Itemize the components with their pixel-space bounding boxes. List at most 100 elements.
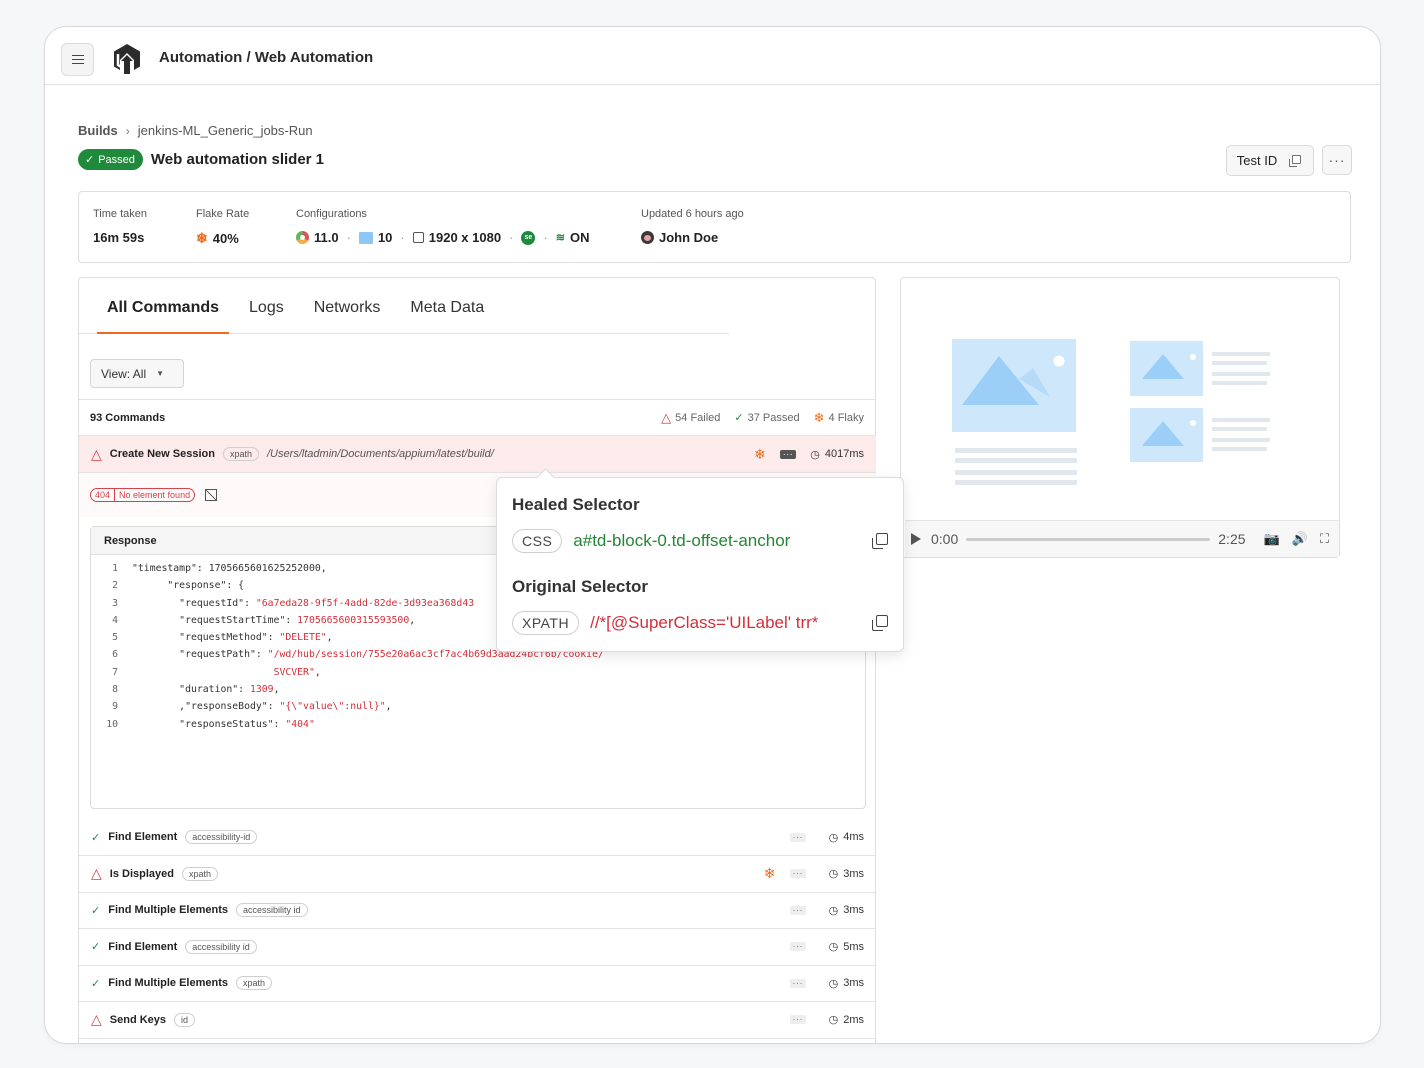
more-icon[interactable]: ··· [789, 1015, 806, 1024]
total-time: 2:25 [1218, 531, 1246, 547]
more-icon[interactable]: ··· [789, 869, 806, 878]
no-screenshot-icon[interactable] [205, 489, 218, 501]
warning-icon: △ [91, 445, 102, 462]
healed-selector-row: CSS a#td-block-0.td-offset-anchor [512, 529, 888, 553]
command-row[interactable]: △ Send Keys id ··· ◷ 2ms [79, 1002, 876, 1039]
view-filter-value: View: All [101, 366, 147, 381]
code-key: "responseStatus": [132, 718, 286, 730]
command-row[interactable]: ✓ Find Element accessibility id ··· ◷ 5ms [79, 929, 876, 966]
play-icon[interactable] [911, 533, 921, 545]
check-icon: ✓ [91, 904, 101, 917]
code-key: "requestPath": [132, 649, 268, 661]
selector-tag: xpath [236, 976, 273, 990]
duration-value: 4ms [843, 831, 864, 843]
more-options-button[interactable]: ··· [1322, 145, 1352, 175]
command-duration: ◷ 5ms [820, 940, 864, 954]
chrome-icon [296, 231, 309, 244]
test-id-button[interactable]: Test ID [1226, 145, 1314, 176]
command-row-expanded[interactable]: △ Create New Session xpath /Users/ltadmi… [79, 436, 876, 473]
duration-value: 3ms [843, 904, 864, 916]
command-name: Find Element [108, 940, 178, 953]
clock-icon: ◷ [810, 448, 820, 461]
configurations: Configurations 11.0 · 10 · 1920 x 1080 ·… [296, 208, 589, 245]
duration-value: 2ms [843, 1013, 864, 1026]
breadcrumb-current[interactable]: jenkins-ML_Generic_jobs-Run [138, 123, 313, 138]
check-icon: ✓ [91, 977, 101, 990]
check-icon: ✓ [91, 831, 101, 844]
page-title: Web automation slider 1 [150, 151, 325, 168]
copy-icon[interactable] [872, 615, 888, 631]
video-progress-bar[interactable] [966, 537, 1211, 541]
tab-networks[interactable]: Networks [304, 299, 391, 333]
code-key: "requestId": [132, 597, 256, 609]
line-number: 10 [106, 718, 118, 730]
flaky-filter[interactable]: ❄ 4 Flaky [814, 410, 864, 426]
tab-logs[interactable]: Logs [239, 299, 294, 333]
duration-value: 4017ms [824, 448, 864, 460]
tab-meta-data[interactable]: Meta Data [400, 299, 494, 333]
code-value: "{\"value\":null}" [279, 701, 386, 713]
code-key: "requestStartTime": [132, 614, 298, 626]
original-selector-type: XPATH [512, 611, 580, 635]
user-name[interactable]: John Doe [659, 230, 718, 245]
code-value: "/wd/hub/session/755e20a6ac3cf7ac4b69d3a… [267, 649, 604, 661]
selector-tag: accessibility-id [185, 830, 258, 844]
command-row[interactable]: ✓ Find Multiple Elements accessibility id ·… [79, 892, 876, 929]
code-key [132, 667, 274, 684]
tab-all-commands[interactable]: All Commands [97, 299, 230, 334]
clock-icon: ◷ [828, 977, 839, 990]
test-id-label: Test ID [1236, 153, 1278, 168]
commands-summary-bar: 93 Commands △ 54 Failed ✓ 37 Passed ❄ 4 … [79, 399, 876, 436]
fullscreen-icon[interactable]: ⛶ [1320, 531, 1329, 547]
original-selector-row: XPATH //*[@SuperClass='UILabel' trr* [512, 611, 888, 635]
volume-icon[interactable]: 🔊 [1292, 531, 1308, 547]
passed-filter[interactable]: ✓ 37 Passed [734, 411, 799, 425]
line-number: 4 [112, 614, 118, 626]
command-duration: ◷ 3ms [820, 867, 864, 881]
title-row: ✓ Passed Web automation slider 1 [78, 149, 324, 170]
error-message: No element found [119, 490, 191, 500]
os-version: 10 [377, 230, 393, 245]
line-number: 7 [112, 666, 118, 678]
failed-filter[interactable]: △ 54 Failed [661, 410, 720, 426]
duration-value: 3ms [843, 977, 864, 989]
command-duration: ◷ 3ms [820, 904, 864, 917]
healed-selector-title: Healed Selector [512, 495, 640, 514]
code-value: 1309 [249, 684, 274, 696]
more-icon[interactable]: ··· [789, 832, 806, 842]
command-duration: ◷ 3ms [820, 977, 864, 990]
line-number: 1 [112, 563, 118, 574]
updated: Updated 6 hours ago John Doe [641, 208, 744, 245]
code-key: "response": { [132, 580, 245, 592]
command-row[interactable]: ✓ Find Multiple Elements xpath ··· ◷ 3ms [79, 965, 876, 1002]
flake-rate-label: Flake Rate [196, 208, 250, 220]
selenium-icon: se [521, 230, 536, 245]
command-duration: ◷ 4017ms [810, 448, 864, 461]
hamburger-icon [71, 55, 84, 63]
flaky-snowflake-icon: ❄ [196, 230, 208, 246]
logo-icon [114, 44, 140, 74]
command-row[interactable]: ✓ Find Element accessibility-id ··· ◷ 4ms [79, 819, 876, 856]
code-suffix: , [314, 666, 321, 678]
error-badge: 404 No element found [90, 488, 196, 502]
copy-icon[interactable] [872, 533, 888, 549]
failed-count: 54 Failed [675, 411, 721, 424]
original-selector-title: Original Selector [512, 577, 649, 596]
command-row[interactable]: △ Is Displayed xpath ❄ ··· ◷ 3ms [79, 856, 876, 893]
flaky-snowflake-icon: ❄ [813, 409, 825, 425]
check-icon: ✓ [91, 941, 101, 953]
more-icon[interactable]: ··· [779, 449, 797, 459]
code-value: "6a7eda28-9f5f-4add-82de-3d93ea368d43 [255, 597, 475, 609]
more-icon[interactable]: ··· [789, 905, 806, 915]
menu-button[interactable] [61, 43, 94, 76]
avatar [641, 231, 654, 244]
more-icon[interactable]: ··· [789, 942, 806, 951]
breadcrumb-builds[interactable]: Builds [78, 123, 118, 138]
duration-value: 3ms [843, 867, 864, 880]
more-icon[interactable]: ··· [789, 978, 806, 988]
screenshot-icon[interactable]: 📷 [1264, 531, 1280, 547]
code-key: "requestMethod": [132, 632, 280, 644]
check-icon: ✓ [85, 154, 95, 166]
view-filter-select[interactable]: View: All ▼ [90, 359, 184, 388]
code-line: 8 "duration": 1309, [91, 684, 865, 701]
